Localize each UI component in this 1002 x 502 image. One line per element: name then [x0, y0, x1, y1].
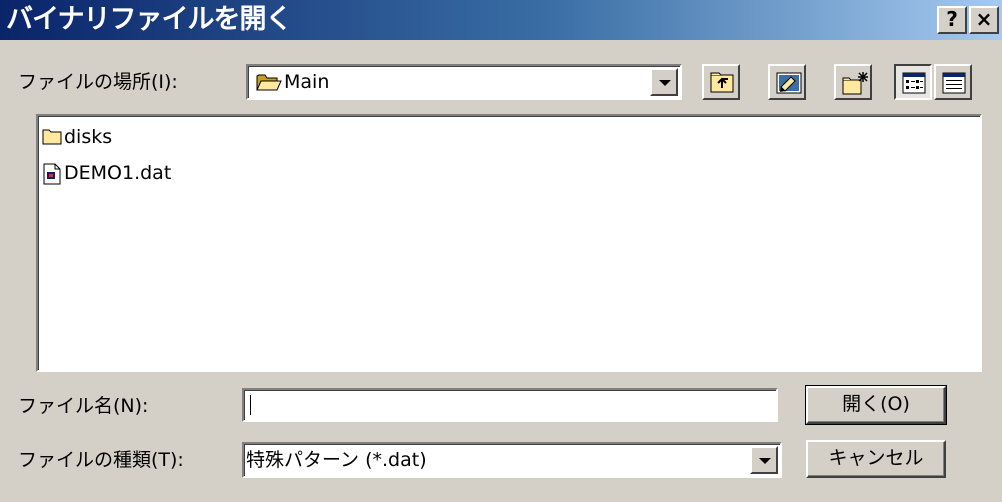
text-cursor: [250, 395, 251, 415]
open-button[interactable]: 開く(O): [805, 385, 947, 425]
location-value: Main: [284, 71, 330, 93]
folder-up-icon: [710, 72, 734, 93]
close-button[interactable]: ×: [969, 6, 999, 34]
chevron-down-icon: [659, 80, 671, 86]
help-button[interactable]: ?: [937, 6, 967, 34]
location-label: ファイルの場所(I):: [18, 71, 178, 93]
file-list[interactable]: disks DEMO1.dat: [36, 114, 982, 372]
filetype-label: ファイルの種類(T):: [18, 449, 184, 471]
up-one-level-button[interactable]: [702, 64, 740, 100]
data-file-icon: [43, 163, 61, 185]
cancel-button[interactable]: キャンセル: [806, 440, 946, 478]
filetype-value: 特殊パターン (*.dat): [246, 449, 427, 471]
location-combo[interactable]: Main: [246, 64, 682, 100]
new-folder-icon: [842, 72, 868, 95]
title-bar[interactable]: バイナリファイルを開く ? ×: [0, 0, 1002, 40]
desktop-button[interactable]: [768, 64, 806, 100]
list-item-label: DEMO1.dat: [64, 162, 172, 184]
details-view-icon: [942, 72, 966, 94]
dialog-title: バイナリファイルを開く: [6, 4, 292, 35]
filename-label: ファイル名(N):: [18, 395, 149, 417]
new-folder-button[interactable]: [834, 64, 872, 100]
folder-open-icon: [256, 74, 282, 91]
folder-icon: [42, 129, 62, 145]
chevron-down-icon: [759, 458, 771, 464]
filetype-dropdown-arrow[interactable]: [750, 446, 778, 474]
filetype-combo[interactable]: 特殊パターン (*.dat): [242, 442, 782, 478]
list-view-icon: [902, 72, 926, 94]
location-dropdown-arrow[interactable]: [650, 68, 678, 96]
open-binary-file-dialog: バイナリファイルを開く ? × ファイルの場所(I): Main disks D…: [0, 0, 1002, 502]
list-view-button[interactable]: [894, 64, 932, 100]
list-item-label: disks: [64, 126, 113, 148]
filename-input[interactable]: [242, 388, 778, 422]
desktop-icon: [776, 72, 802, 94]
details-view-button[interactable]: [934, 64, 972, 100]
